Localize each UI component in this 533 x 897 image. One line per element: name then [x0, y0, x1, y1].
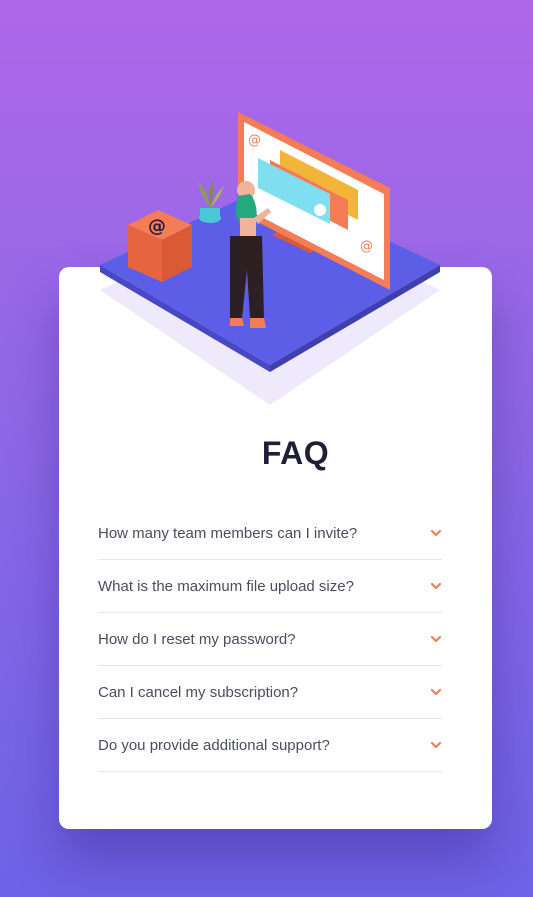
at-sign-icon: @ [148, 216, 166, 237]
faq-list: How many team members can I invite? What… [98, 507, 442, 772]
page-title: FAQ [261, 435, 330, 471]
chevron-down-icon[interactable] [430, 741, 442, 749]
faq-item[interactable]: How do I reset my password? [98, 613, 442, 666]
at-sign-icon: @ [248, 133, 261, 148]
faq-question: Do you provide additional support? [98, 736, 330, 754]
faq-question: How many team members can I invite? [98, 524, 358, 542]
chevron-down-icon[interactable] [430, 635, 442, 643]
faq-item[interactable]: Can I cancel my subscription? [98, 666, 442, 719]
faq-item[interactable]: What is the maximum file upload size? [98, 560, 442, 613]
chevron-down-icon[interactable] [430, 688, 442, 696]
plant-icon [198, 180, 224, 223]
faq-question: Can I cancel my subscription? [98, 683, 299, 701]
faq-item[interactable]: Do you provide additional support? [98, 719, 442, 772]
faq-item[interactable]: How many team members can I invite? [98, 507, 442, 560]
at-sign-icon: @ [360, 239, 373, 254]
chevron-down-icon[interactable] [430, 529, 442, 537]
faq-question: How do I reset my password? [98, 630, 296, 648]
faq-question: What is the maximum file upload size? [98, 577, 354, 595]
hero-illustration: @ @ @ [100, 112, 440, 405]
chevron-down-icon[interactable] [430, 582, 442, 590]
email-cube: @ [128, 210, 192, 282]
